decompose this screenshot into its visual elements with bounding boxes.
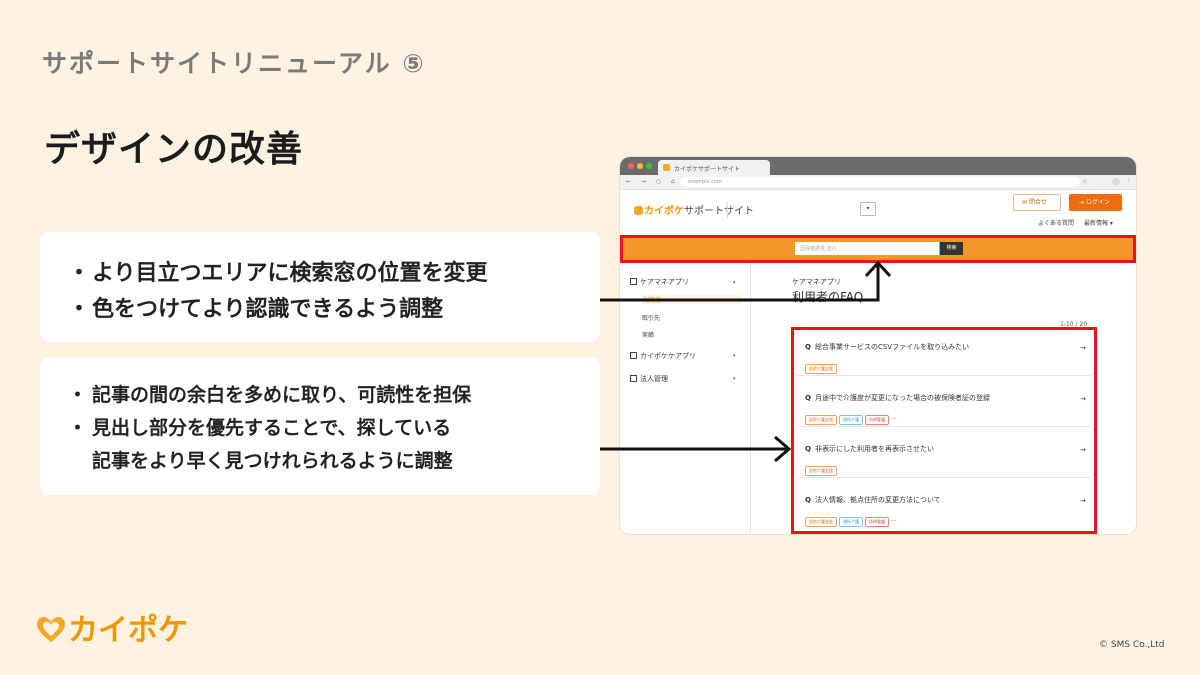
menu-kebab-icon[interactable]: ⋮ <box>1126 177 1132 184</box>
site-header: カイポケサポートサイト ▾ ✉ 問合せ ⇥ ログイン よくある質問 最新情報 ▾ <box>620 190 1136 232</box>
point-line: ・記事の間の余白を多めに取り、可読性を担保 <box>68 384 472 406</box>
mail-icon: ✉ <box>1022 199 1029 206</box>
sidebar-group-corporate[interactable]: 法人管理 <box>630 374 668 384</box>
search-input[interactable]: 国保連請求 流れ <box>795 242 939 255</box>
point-line: ・色をつけてより認識できるよう調整 <box>68 297 444 322</box>
faq-heading: 利用者のFAQ <box>792 290 864 304</box>
arrow-right-icon: → <box>1080 497 1086 505</box>
more-tags[interactable]: ··· <box>891 416 897 423</box>
arrow-right-icon: → <box>1080 395 1086 403</box>
subnav-news-link[interactable]: 最新情報 ▾ <box>1084 220 1113 227</box>
contact-button[interactable]: ✉ 問合せ <box>1013 194 1061 211</box>
point-line: 記事をより早く見つけれられるように調整 <box>92 450 453 472</box>
browser-tab[interactable]: カイポケサポートサイト <box>658 160 770 175</box>
sidebar-item-records[interactable]: 実績 <box>642 330 654 339</box>
tag-badge[interactable]: 通所介護 <box>839 415 863 425</box>
site-logo[interactable]: カイポケサポートサイト <box>634 202 754 217</box>
breadcrumb: ケアマネアプリ <box>792 278 841 286</box>
app-switcher-dropdown[interactable]: ▾ <box>860 202 876 216</box>
divider <box>727 202 728 218</box>
tag-badge[interactable]: 居宅介護支援 <box>805 517 837 527</box>
faq-list-highlight: Q 総合事業サービスのCSVファイルを取り込みたい → 居宅介護支援 Q 月途中で介… <box>791 327 1097 534</box>
sidebar-item-partners[interactable]: 取引先 <box>642 313 660 322</box>
login-button[interactable]: ⇥ ログイン <box>1069 194 1122 211</box>
subnav-faq-link[interactable]: よくある質問 <box>1038 220 1074 227</box>
grid-icon <box>630 278 637 285</box>
faq-item[interactable]: Q 法人情報、拠点住所の変更方法について → 居宅介護支援 通所介護 訪問看護 ··· <box>797 483 1091 529</box>
point-card-search: ・より目立つエリアに検索窓の位置を変更 ・色をつけてより認識できるよう調整 <box>40 232 600 342</box>
copyright: © SMS Co.,Ltd <box>1099 640 1165 650</box>
close-window-icon[interactable] <box>628 163 634 169</box>
point-line: ・見出し部分を優先することで、探している <box>68 417 452 439</box>
tag-badge[interactable]: 訪問看護 <box>865 415 889 425</box>
browser-mockup: カイポケサポートサイト ← → ○ ⌂ example.com ☆ ⋮ カイポケ… <box>620 157 1136 534</box>
profile-icon[interactable] <box>1112 178 1120 186</box>
faq-item[interactable]: Q 非表示にした利用者を再表示させたい → 居宅介護支援 <box>797 432 1091 478</box>
tag-badge[interactable]: 居宅介護支援 <box>805 466 837 476</box>
faq-item[interactable]: Q 総合事業サービスのCSVファイルを取り込みたい → 居宅介護支援 <box>797 330 1091 376</box>
nav-buttons[interactable]: ← → ○ ⌂ <box>626 178 679 185</box>
address-bar: ← → ○ ⌂ example.com ☆ ⋮ <box>620 175 1136 190</box>
sidebar-group-caremanager[interactable]: ケアマネアプリ <box>630 277 689 287</box>
tag-badge[interactable]: 居宅介護支援 <box>805 364 837 374</box>
heart-logo-icon <box>634 206 643 215</box>
maximize-window-icon[interactable] <box>646 163 652 169</box>
url-field[interactable]: example.com <box>680 177 1080 187</box>
faq-item[interactable]: Q 月途中で介護度が変更になった場合の被保険者証の登録 → 居宅介護支援 通所介護訪… <box>797 381 1091 427</box>
sidebar-item-users[interactable]: 利用者 <box>642 295 742 304</box>
point-line: ・より目立つエリアに検索窓の位置を変更 <box>68 261 488 286</box>
tag-badge[interactable]: 訪問看護 <box>865 517 889 527</box>
chevron-down-icon[interactable]: ▾ <box>733 376 736 382</box>
grid-icon <box>630 375 637 382</box>
section-label: サポートサイトリニューアル ⑤ <box>42 49 426 78</box>
sub-navigation: よくある質問 最新情報 ▾ <box>1038 218 1123 227</box>
tag-badge[interactable]: 通所介護 <box>839 517 863 527</box>
browser-titlebar: カイポケサポートサイト <box>620 157 1136 175</box>
sidebar-group-kaipoke-app[interactable]: カイポケケアプリ <box>630 351 696 361</box>
favicon-icon <box>663 164 670 171</box>
minimize-window-icon[interactable] <box>637 163 643 169</box>
heart-hand-logo-icon <box>37 617 65 642</box>
grid-icon <box>630 352 637 359</box>
search-area-highlight: 国保連請求 流れ 検索 <box>620 235 1136 263</box>
point-card-articles: ・記事の間の余白を多めに取り、可読性を担保 ・見出し部分を優先することで、探して… <box>40 357 600 495</box>
chevron-up-icon[interactable]: ▴ <box>733 279 736 285</box>
arrow-right-icon: → <box>1080 446 1086 454</box>
brand-logo: カイポケ <box>36 605 188 649</box>
search-button[interactable]: 検索 <box>940 242 963 255</box>
sidebar: ケアマネアプリ ▴ 利用者 取引先 実績 カイポケケアプリ ▾ 法人管理 ▾ <box>620 263 751 534</box>
login-icon: ⇥ <box>1079 199 1086 206</box>
arrow-right-icon: → <box>1080 344 1086 352</box>
more-tags[interactable]: ··· <box>891 518 897 525</box>
bookmark-star-icon[interactable]: ☆ <box>1082 178 1087 185</box>
chevron-down-icon[interactable]: ▾ <box>733 353 736 359</box>
page-title: デザインの改善 <box>44 129 304 170</box>
tag-badge[interactable]: 居宅介護支援 <box>805 415 837 425</box>
